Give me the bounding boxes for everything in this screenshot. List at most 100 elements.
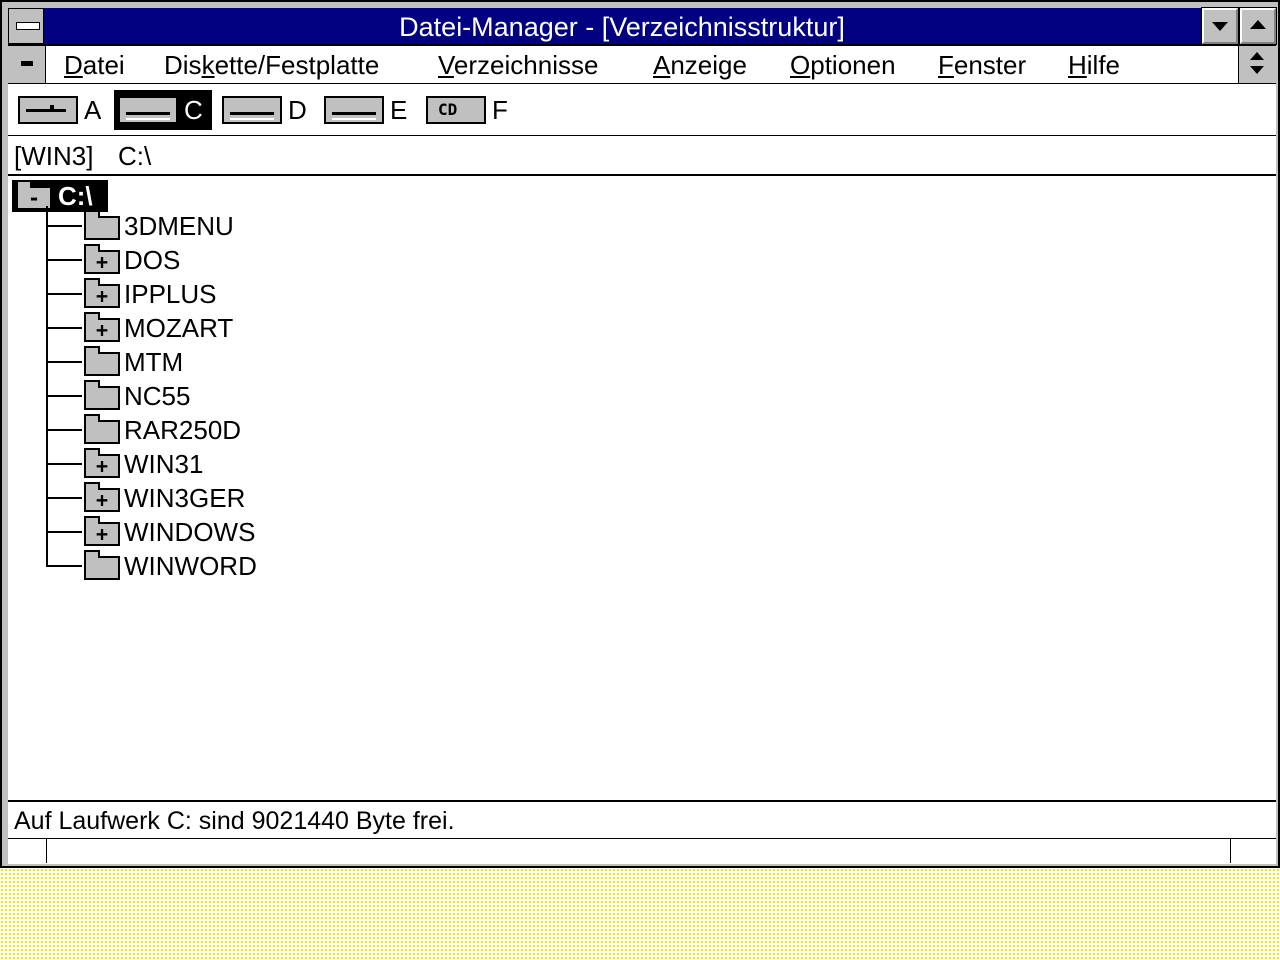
tree-branch-line [46, 565, 82, 567]
drive-d-button[interactable]: D [218, 90, 316, 130]
tree-folder-mtm[interactable]: MTM [82, 346, 302, 378]
drive-f-button[interactable]: CD F [422, 90, 520, 130]
status-bar: Auf Laufwerk C: sind 9021440 Byte frei. [8, 800, 1276, 838]
tree-branch-line [46, 463, 82, 465]
menu-item-anzeige[interactable]: Anzeige [653, 46, 747, 83]
folder-icon [84, 380, 120, 410]
tree-folder-win31[interactable]: + WIN31 [82, 448, 302, 480]
menu-label-part: ptionen [810, 50, 896, 80]
drive-e-button[interactable]: E [320, 90, 418, 130]
menu-label-part: ilfe [1086, 50, 1121, 80]
menu-accelerator-key: k [201, 50, 215, 80]
folder-name: NC55 [124, 381, 191, 411]
hard-drive-icon [222, 96, 282, 124]
title-bar[interactable]: Datei-Manager - [Verzeichnisstruktur] [8, 7, 1277, 46]
expand-sign: + [95, 284, 109, 308]
drive-letter: C [184, 95, 203, 125]
drive-letter: A [84, 95, 102, 125]
drive-letter: D [288, 95, 307, 125]
menu-accelerator-key: A [653, 50, 671, 80]
border-tick [1230, 839, 1231, 863]
folder-name: MTM [124, 347, 184, 377]
expand-sign: + [95, 454, 109, 478]
menu-label-part: enster [953, 50, 1027, 80]
tree-branch-line [46, 361, 82, 363]
folder-name: IPPLUS [124, 279, 217, 309]
drive-a-button[interactable]: A [14, 90, 112, 130]
restore-down-arrow-icon [1250, 66, 1264, 74]
file-manager-window: Datei-Manager - [Verzeichnisstruktur] Da… [0, 0, 1280, 868]
folder-name: WIN31 [124, 449, 204, 479]
minimize-arrow-icon [1212, 22, 1228, 31]
restore-button[interactable] [1238, 46, 1276, 83]
document-system-menu-icon [21, 61, 33, 66]
folder-name: WINDOWS [124, 517, 256, 547]
minimize-button[interactable] [1201, 7, 1239, 45]
drive-c-button[interactable]: C [114, 90, 212, 130]
menu-item-hilfe[interactable]: Hilfe [1068, 46, 1120, 83]
tree-root-label: C:\ [58, 181, 93, 211]
path-bar: [WIN3] C:\ [8, 136, 1276, 176]
menu-item-optionen[interactable]: Optionen [790, 46, 896, 83]
system-menu-icon [16, 22, 40, 30]
system-menu-button[interactable] [8, 8, 44, 44]
folder-name: 3DMENU [124, 211, 234, 241]
menu-bar: Datei Diskette/Festplatte Verzeichnisse Anz… [8, 46, 1276, 84]
tree-folder-nc55[interactable]: NC55 [82, 380, 302, 412]
cdrom-drive-icon: CD [426, 96, 486, 124]
menu-accelerator-key: D [64, 50, 83, 80]
maximize-arrow-icon [1250, 20, 1266, 29]
volume-label: [WIN3] [14, 141, 94, 171]
menu-accelerator-key: V [438, 50, 454, 80]
menu-accelerator-key: F [938, 50, 954, 80]
tree-folder-win3ger[interactable]: + WIN3GER [82, 482, 302, 514]
maximize-button[interactable] [1239, 7, 1277, 45]
tree-root-c[interactable]: - C:\ [12, 180, 108, 212]
menu-label-part: erzeichnisse [453, 50, 599, 80]
expand-sign: + [95, 250, 109, 274]
folder-icon [84, 210, 120, 240]
tree-branch-line [46, 531, 82, 533]
restore-up-arrow-icon [1250, 52, 1264, 60]
window-title: Datei-Manager - [Verzeichnisstruktur] [399, 12, 845, 42]
border-tick [46, 839, 47, 863]
current-path: C:\ [118, 141, 152, 171]
expand-sign: + [95, 522, 109, 546]
tree-branch-line [46, 327, 82, 329]
expand-sign: + [95, 488, 109, 512]
expand-sign: + [95, 318, 109, 342]
tree-branch-line [46, 225, 82, 227]
tree-folder-mozart[interactable]: + MOZART [82, 312, 302, 344]
menu-item-datei[interactable]: Datei [64, 46, 125, 83]
tree-branch-line [46, 293, 82, 295]
folder-name: MOZART [124, 313, 234, 343]
tree-folder-winword[interactable]: WINWORD [82, 550, 302, 582]
tree-folder-3dmenu[interactable]: 3DMENU [82, 210, 302, 242]
folder-name: WIN3GER [124, 483, 246, 513]
tree-folder-ipplus[interactable]: + IPPLUS [82, 278, 302, 310]
tree-folder-dos[interactable]: + DOS [82, 244, 302, 276]
folder-icon [84, 346, 120, 376]
menu-label-part: ette/Festplatte [214, 50, 380, 80]
tree-folder-rar250d[interactable]: RAR250D [82, 414, 302, 446]
tree-branch-line [46, 259, 82, 261]
menu-item-verzeichnisse[interactable]: Verzeichnisse [438, 46, 598, 83]
folder-icon: + [84, 516, 120, 546]
menu-label-part: Dis [164, 50, 202, 80]
document-system-menu-button[interactable] [8, 46, 46, 83]
folder-name: WINWORD [124, 551, 257, 581]
menu-label-part: nzeige [670, 50, 747, 80]
window-bottom-border [8, 838, 1276, 864]
folder-name: RAR250D [124, 415, 242, 445]
hard-drive-icon [118, 96, 178, 124]
tree-folder-windows[interactable]: + WINDOWS [82, 516, 302, 548]
folder-icon [84, 550, 120, 580]
directory-tree-window: A C D E CD F [WIN3] C:\ - C:\ 3DMENU + DOS + IPPLUS… [8, 84, 1276, 838]
folder-icon [84, 414, 120, 444]
folder-icon: + [84, 312, 120, 342]
menu-item-fenster[interactable]: Fenster [938, 46, 1026, 83]
menu-item-diskette-festplatte[interactable]: Diskette/Festplatte [164, 46, 379, 83]
menu-accelerator-key: O [790, 50, 811, 80]
menu-label-part: atei [82, 50, 125, 80]
folder-icon: + [84, 482, 120, 512]
